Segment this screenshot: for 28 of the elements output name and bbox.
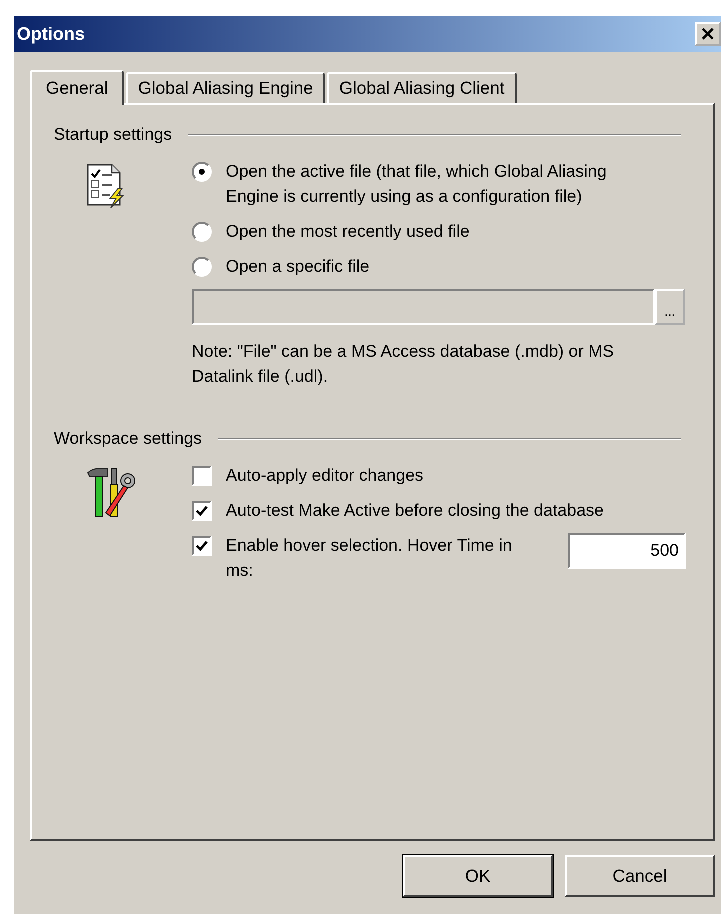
check-icon <box>196 540 208 552</box>
radio-button[interactable] <box>192 162 212 182</box>
tab[interactable]: General <box>30 70 124 105</box>
note-text: Note: "File" can be a MS Access database (.mdb) or MS Datalink file (.udl). <box>192 341 616 388</box>
window-title: Options <box>17 24 85 44</box>
checklist-icon <box>86 163 126 209</box>
option-label: Auto-apply editor changes <box>226 465 425 487</box>
checkbox[interactable] <box>192 501 212 521</box>
tab[interactable]: Global Aliasing Client <box>327 72 517 103</box>
option-label: Enable hover selection. Hover Time in ms: <box>226 535 514 582</box>
tools-icon <box>86 467 136 519</box>
checkbox[interactable] <box>192 536 212 556</box>
dialog-button[interactable]: Cancel <box>565 855 715 897</box>
group-heading: Workspace settings <box>54 429 202 449</box>
check-icon <box>196 506 208 516</box>
option-label: Open the active file (that file, which Global Aliasing Engine is currently using as a configuration file) <box>226 161 608 208</box>
group-heading: Startup settings <box>54 125 172 145</box>
option-label: Auto-test Make Active before closing the database <box>226 500 606 522</box>
checkbox[interactable] <box>192 466 212 486</box>
radio-button[interactable] <box>192 257 212 277</box>
radio-button[interactable] <box>192 222 212 242</box>
option-label: Open a specific file <box>226 256 371 278</box>
tab[interactable]: Global Aliasing Engine <box>126 72 326 103</box>
hover-time-field[interactable]: 500 <box>568 533 686 569</box>
dialog-button[interactable]: OK <box>403 855 553 897</box>
close-icon <box>701 28 715 40</box>
option-label: Open the most recently used file <box>226 221 471 243</box>
close-button[interactable] <box>695 22 721 46</box>
